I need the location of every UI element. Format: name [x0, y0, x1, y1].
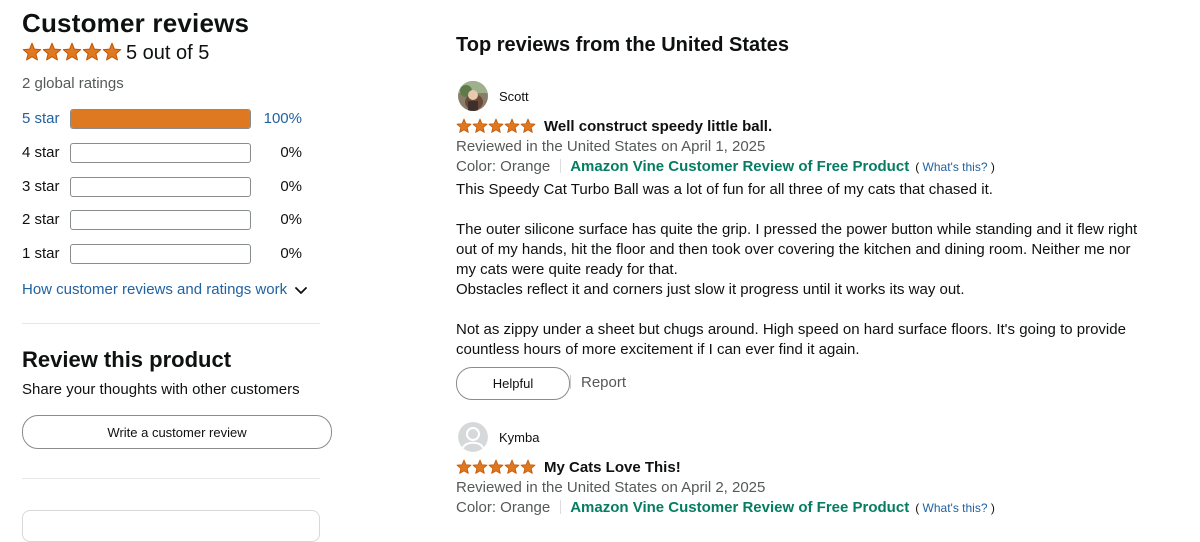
star-icon	[504, 459, 520, 475]
histogram-row-4-star: 4 star 0%	[22, 142, 322, 164]
avatar	[458, 81, 488, 111]
histogram-percent[interactable]: 100%	[264, 110, 302, 127]
review-title[interactable]: My Cats Love This!	[544, 459, 681, 476]
star-icon	[520, 118, 536, 134]
histogram-label: 1 star	[22, 245, 60, 262]
report-link[interactable]: Report	[570, 374, 626, 391]
customer-reviews-heading: Customer reviews	[22, 8, 250, 38]
report-divider	[570, 375, 571, 389]
whats-this-link[interactable]: What's this?	[923, 160, 988, 174]
global-ratings-count: 2 global ratings	[22, 75, 124, 92]
whats-this-open-paren: (	[915, 160, 920, 174]
review-paragraph: This Speedy Cat Turbo Ball was a lot of …	[456, 181, 993, 198]
chevron-down-icon[interactable]	[295, 282, 308, 299]
histogram-percent: 0%	[280, 178, 302, 195]
histogram-percent: 0%	[280, 211, 302, 228]
vine-badge: Amazon Vine Customer Review of Free Prod…	[570, 499, 910, 516]
histogram-bar	[70, 244, 251, 264]
star-icon	[102, 42, 122, 62]
whats-this-close-paren: )	[990, 501, 995, 515]
histogram-row-1-star: 1 star 0%	[22, 243, 322, 265]
histogram-percent: 0%	[280, 144, 302, 161]
histogram-label: 4 star	[22, 144, 60, 161]
histogram-row-5-star[interactable]: 5 star 100%	[22, 108, 322, 130]
product-variant: Color: Orange	[456, 158, 551, 175]
review-meta: Color: Orange Amazon Vine Customer Review…	[456, 499, 995, 516]
review-date: Reviewed in the United States on April 1…	[456, 138, 766, 155]
review-paragraph: Not as zippy under a sheet but chugs aro…	[456, 321, 1126, 358]
review-star-rating	[456, 459, 536, 477]
histogram-percent: 0%	[280, 245, 302, 262]
share-thoughts-text: Share your thoughts with other customers	[22, 381, 300, 398]
reviewer-name[interactable]: Scott	[499, 89, 529, 104]
how-reviews-work-link[interactable]: How customer reviews and ratings work	[22, 281, 308, 299]
meta-divider	[560, 500, 562, 514]
star-icon	[472, 118, 488, 134]
star-icon	[82, 42, 102, 62]
star-icon	[504, 118, 520, 134]
histogram-label[interactable]: 5 star	[22, 110, 60, 127]
star-icon	[22, 42, 42, 62]
star-icon	[456, 118, 472, 134]
histogram-bar	[70, 210, 251, 230]
histogram-label: 2 star	[22, 211, 60, 228]
product-variant: Color: Orange	[456, 499, 551, 516]
avatar	[458, 422, 488, 452]
star-icon	[472, 459, 488, 475]
review-body: This Speedy Cat Turbo Ball was a lot of …	[456, 180, 1146, 360]
histogram-bar	[70, 143, 251, 163]
histogram-row-3-star: 3 star 0%	[22, 176, 322, 198]
review-title[interactable]: Well construct speedy little ball.	[544, 118, 772, 135]
star-icon	[520, 459, 536, 475]
star-icon	[488, 459, 504, 475]
star-icon	[488, 118, 504, 134]
reviewer-name[interactable]: Kymba	[499, 430, 539, 445]
review-meta: Color: Orange Amazon Vine Customer Review…	[456, 158, 995, 175]
report-label[interactable]: Report	[581, 374, 626, 391]
review-paragraph: The outer silicone surface has quite the…	[456, 221, 1138, 278]
whats-this-link[interactable]: What's this?	[923, 501, 988, 515]
review-star-rating	[456, 118, 536, 136]
average-rating-text: 5 out of 5	[126, 42, 210, 64]
histogram-row-2-star: 2 star 0%	[22, 209, 322, 231]
star-icon	[456, 459, 472, 475]
meta-divider	[560, 159, 562, 173]
whats-this: ( What's this? )	[915, 501, 995, 515]
vine-badge: Amazon Vine Customer Review of Free Prod…	[570, 158, 910, 175]
review-this-product-heading: Review this product	[22, 347, 232, 372]
review-paragraph: Obstacles reflect it and corners just sl…	[456, 281, 965, 298]
average-star-rating	[22, 42, 122, 62]
how-reviews-work-label[interactable]: How customer reviews and ratings work	[22, 281, 287, 298]
whats-this-open-paren: (	[915, 501, 920, 515]
section-divider	[22, 478, 320, 479]
helpful-button[interactable]: Helpful	[456, 367, 570, 400]
whats-this-close-paren: )	[990, 160, 995, 174]
star-icon	[42, 42, 62, 62]
histogram-label: 3 star	[22, 178, 60, 195]
histogram-bar[interactable]	[70, 109, 251, 129]
next-section-card	[22, 510, 320, 542]
whats-this: ( What's this? )	[915, 160, 995, 174]
write-review-button[interactable]: Write a customer review	[22, 415, 332, 449]
review-date: Reviewed in the United States on April 2…	[456, 479, 766, 496]
histogram-bar-fill	[71, 110, 250, 128]
star-icon	[62, 42, 82, 62]
top-reviews-heading: Top reviews from the United States	[456, 34, 790, 56]
section-divider	[22, 323, 320, 324]
histogram-bar	[70, 177, 251, 197]
